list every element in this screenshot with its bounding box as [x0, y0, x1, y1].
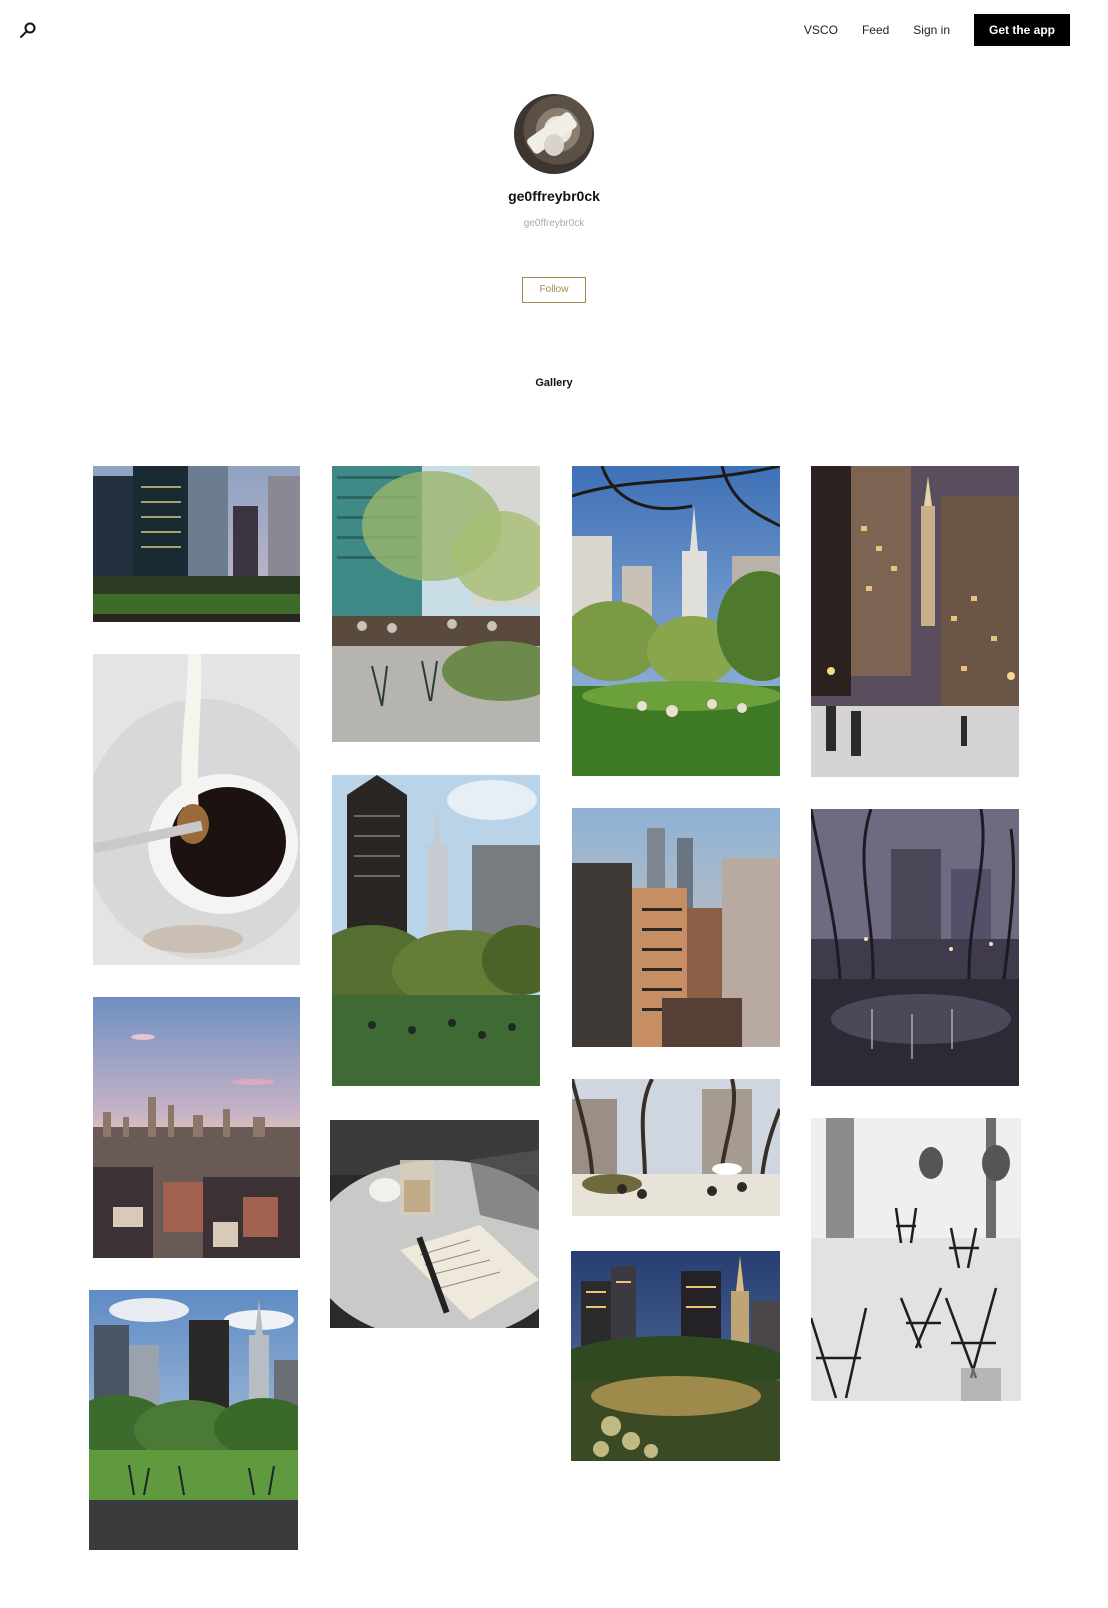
- gallery-photo[interactable]: [571, 1251, 780, 1461]
- profile-username: ge0ffreybr0ck: [523, 218, 585, 229]
- gallery-photo[interactable]: [811, 1118, 1021, 1401]
- top-navigation-bar: VSCO Feed Sign in Get the app: [0, 0, 1108, 60]
- gallery-photo[interactable]: [572, 808, 780, 1047]
- avatar[interactable]: [514, 94, 594, 174]
- gallery-photo[interactable]: [572, 466, 780, 776]
- gallery-tab[interactable]: Gallery: [0, 377, 1108, 389]
- profile-header: ge0ffreybr0ck ge0ffreybr0ck Follow: [0, 94, 1108, 303]
- follow-button[interactable]: Follow: [522, 277, 586, 303]
- gallery-photo[interactable]: [330, 1120, 539, 1328]
- search-icon[interactable]: [18, 20, 40, 42]
- gallery-photo[interactable]: [811, 809, 1019, 1086]
- nav-links: VSCO Feed Sign in Get the app: [804, 0, 1108, 60]
- gallery-photo[interactable]: [93, 997, 300, 1258]
- gallery-photo[interactable]: [811, 466, 1019, 777]
- profile-display-name: ge0ffreybr0ck: [508, 188, 600, 204]
- nav-link-sign-in[interactable]: Sign in: [913, 23, 950, 37]
- gallery-photo[interactable]: [89, 1290, 298, 1550]
- nav-link-vsco[interactable]: VSCO: [804, 23, 838, 37]
- gallery-photo[interactable]: [332, 466, 540, 742]
- nav-link-feed[interactable]: Feed: [862, 23, 889, 37]
- get-the-app-button[interactable]: Get the app: [974, 14, 1070, 46]
- gallery-photo[interactable]: [572, 1079, 780, 1216]
- gallery-photo[interactable]: [93, 654, 300, 965]
- gallery-photo[interactable]: [332, 775, 540, 1086]
- gallery-photo[interactable]: [93, 466, 300, 622]
